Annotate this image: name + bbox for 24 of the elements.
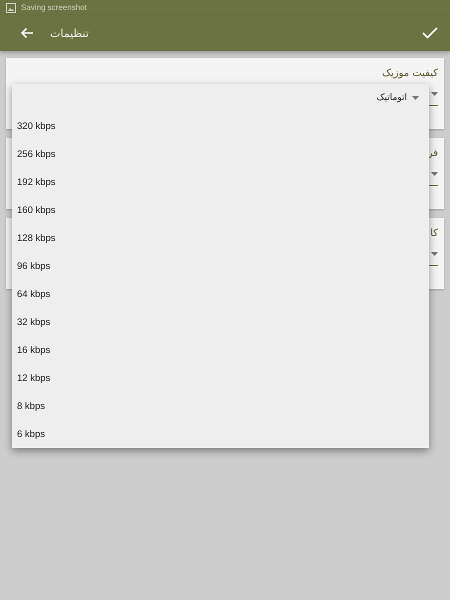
- back-arrow-icon[interactable]: [20, 27, 34, 39]
- menu-item[interactable]: 8 kbps: [12, 392, 429, 420]
- caret-icon: [431, 252, 438, 256]
- menu-item[interactable]: 64 kbps: [12, 280, 429, 308]
- setting-label: کیفیت موزیک: [382, 68, 438, 79]
- caret-icon: [431, 92, 438, 96]
- caret-icon: [431, 172, 438, 176]
- screen-title: تنظیمات: [50, 26, 89, 40]
- menu-item[interactable]: 320 kbps: [12, 112, 429, 140]
- menu-item[interactable]: اتوماتیک: [12, 84, 429, 112]
- menu-item[interactable]: 128 kbps: [12, 224, 429, 252]
- menu-item[interactable]: 16 kbps: [12, 336, 429, 364]
- menu-item[interactable]: 192 kbps: [12, 168, 429, 196]
- menu-item[interactable]: 256 kbps: [12, 140, 429, 168]
- setting-label: کا: [430, 228, 438, 239]
- menu-item[interactable]: 160 kbps: [12, 196, 429, 224]
- caret-icon: [412, 96, 419, 100]
- image-icon: [6, 2, 16, 12]
- menu-item[interactable]: 12 kbps: [12, 364, 429, 392]
- menu-item[interactable]: 32 kbps: [12, 308, 429, 336]
- menu-item[interactable]: 96 kbps: [12, 252, 429, 280]
- menu-item[interactable]: 6 kbps: [12, 420, 429, 448]
- checkmark-icon[interactable]: [422, 27, 438, 39]
- notification-text: Saving screenshot: [21, 3, 87, 12]
